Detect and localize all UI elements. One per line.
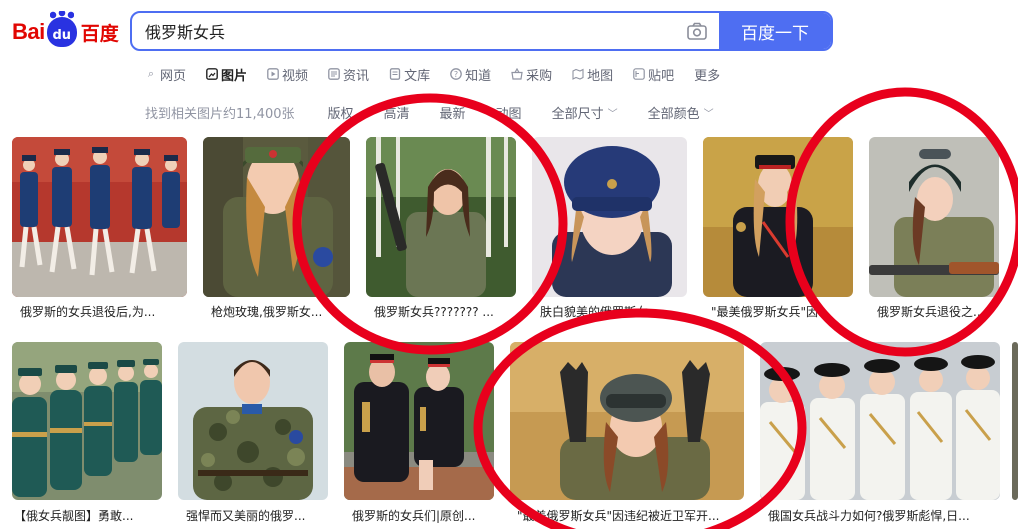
image-caption[interactable]: 俄罗斯女兵退役之... — [877, 303, 999, 320]
tieba-icon — [633, 68, 645, 80]
tab-news[interactable]: 资讯 — [328, 64, 369, 84]
news-icon — [328, 68, 340, 80]
logo-paw-icon: du — [46, 11, 77, 47]
tab-video[interactable]: 视频 — [267, 64, 308, 84]
tab-more[interactable]: 更多 — [694, 64, 720, 84]
question-icon: ? — [450, 68, 462, 80]
tab-library[interactable]: 文库 — [389, 64, 430, 84]
map-icon — [572, 68, 584, 80]
basket-icon — [511, 68, 523, 80]
nav-tabs: ⌕ 网页 图片 视频 资讯 文库 ? 知道 采购 地图 贴吧 更多 — [145, 64, 740, 84]
image-result[interactable] — [366, 137, 516, 297]
image-caption[interactable]: 俄罗斯的女兵们|原创... — [352, 507, 492, 524]
filter-hd[interactable]: 高清 — [384, 103, 410, 122]
video-icon — [267, 68, 279, 80]
filter-copyright[interactable]: 版权 — [328, 103, 354, 122]
filter-animated[interactable]: 动图 — [496, 103, 522, 122]
search-button[interactable]: 百度一下 — [719, 13, 831, 49]
filter-latest[interactable]: 最新 — [440, 103, 466, 122]
image-result[interactable] — [869, 137, 999, 297]
search-input[interactable] — [132, 13, 675, 49]
camera-icon[interactable] — [675, 13, 719, 49]
search-icon: ⌕ — [147, 67, 155, 80]
image-caption[interactable]: "最美俄罗斯女兵"因违纪被近卫军开... — [517, 507, 739, 524]
image-caption[interactable]: "最美俄罗斯女兵"因... — [711, 303, 849, 320]
image-result[interactable] — [703, 137, 853, 297]
baidu-image-search-page: Bai du 百度 百度一下 ⌕网页 图片 视频 资讯 文库 ?知道 采购 地图… — [0, 0, 1018, 529]
chevron-down-icon: ﹀ — [703, 108, 714, 120]
image-result[interactable] — [760, 342, 1000, 500]
image-result[interactable] — [12, 342, 162, 500]
tab-zhidao[interactable]: ? 知道 — [450, 64, 491, 84]
filter-bar: 找到相关图片约11,400张 版权 高清 最新 动图 全部尺寸 ﹀ 全部颜色 ﹀ — [145, 103, 744, 122]
image-caption[interactable]: 俄罗斯的女兵退役后,为... — [20, 303, 180, 320]
image-result[interactable] — [532, 137, 687, 297]
tab-images[interactable]: 图片 — [206, 64, 247, 84]
image-caption[interactable]: 强悍而又美丽的俄罗... — [186, 507, 326, 524]
filter-color[interactable]: 全部颜色 ﹀ — [648, 103, 714, 122]
image-caption[interactable]: 肤白貌美的俄罗斯女... — [540, 303, 680, 320]
logo-bai-text: Bai — [12, 19, 45, 44]
tab-map[interactable]: 地图 — [572, 64, 613, 84]
image-caption[interactable]: 俄国女兵战斗力如何?俄罗斯彪悍,日... — [768, 507, 1000, 524]
result-count: 找到相关图片约11,400张 — [145, 106, 295, 122]
image-result[interactable] — [344, 342, 494, 500]
image-result[interactable] — [510, 342, 744, 500]
chevron-down-icon: ﹀ — [607, 108, 618, 120]
image-result[interactable] — [178, 342, 328, 500]
image-caption[interactable]: 俄罗斯女兵??????? ... — [374, 303, 512, 320]
tab-purchase[interactable]: 采购 — [511, 64, 552, 84]
library-icon — [389, 68, 401, 80]
image-result-partial[interactable] — [1012, 342, 1018, 500]
tab-web[interactable]: ⌕ 网页 — [145, 64, 186, 84]
tab-tieba[interactable]: 贴吧 — [633, 64, 674, 84]
filter-size[interactable]: 全部尺寸 ﹀ — [552, 103, 618, 122]
image-caption[interactable]: 枪炮玫瑰,俄罗斯女... — [211, 303, 346, 320]
image-icon — [206, 68, 218, 80]
search-bar: 百度一下 — [130, 11, 833, 51]
baidu-logo[interactable]: Bai du 百度 — [12, 11, 119, 50]
image-result[interactable] — [12, 137, 187, 297]
svg-text:?: ? — [454, 70, 458, 79]
image-result[interactable] — [203, 137, 350, 297]
image-caption[interactable]: 【俄女兵靓图】勇敢... — [14, 507, 160, 524]
logo-cn-text: 百度 — [80, 22, 119, 45]
